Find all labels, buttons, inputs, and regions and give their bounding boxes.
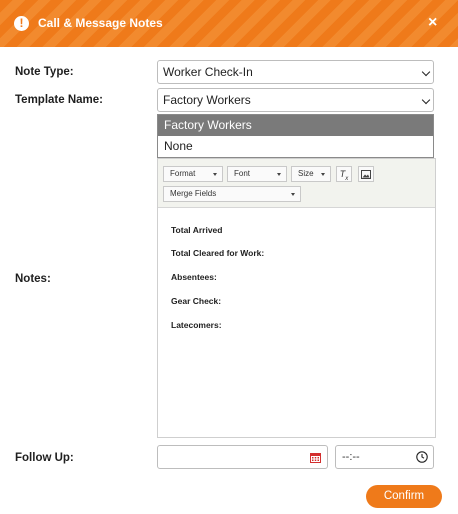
note-type-label: Note Type: — [15, 66, 74, 78]
font-label: Font — [234, 169, 251, 178]
note-line-absentees: Absentees: — [171, 272, 217, 282]
follow-up-date-input[interactable] — [157, 445, 328, 469]
follow-up-label: Follow Up: — [15, 452, 74, 464]
dialog-title: Call & Message Notes — [38, 16, 163, 30]
template-dropdown-list: Factory Workers None — [157, 114, 434, 158]
time-placeholder: --:-- — [342, 451, 360, 463]
follow-up-time-input[interactable]: --:-- — [335, 445, 434, 469]
dialog-header: ! Call & Message Notes × — [0, 0, 458, 47]
template-name-select[interactable]: Factory Workers — [157, 88, 434, 112]
font-dropdown[interactable]: Font — [227, 166, 287, 182]
merge-fields-label: Merge Fields — [170, 189, 217, 198]
image-icon[interactable] — [358, 166, 374, 182]
note-line-total-arrived: Total Arrived — [171, 225, 223, 235]
merge-fields-dropdown[interactable]: Merge Fields — [163, 186, 301, 202]
caret-down-icon — [291, 193, 295, 196]
note-line-latecomers: Latecomers: — [171, 320, 222, 330]
dropdown-option-factory-workers[interactable]: Factory Workers — [158, 115, 433, 136]
note-line-total-cleared: Total Cleared for Work: — [171, 248, 265, 258]
caret-down-icon — [321, 173, 325, 176]
template-name-label: Template Name: — [15, 94, 103, 106]
format-label: Format — [170, 169, 196, 178]
notes-editor[interactable]: Format Font Size Tx Merge Fields Total A… — [157, 158, 436, 438]
dropdown-option-none[interactable]: None — [158, 136, 433, 157]
chevron-down-icon — [421, 95, 431, 105]
caret-down-icon — [213, 173, 217, 176]
note-type-select[interactable]: Worker Check-In — [157, 60, 434, 84]
template-name-value: Factory Workers — [163, 93, 251, 107]
editor-toolbar: Format Font Size Tx Merge Fields — [158, 159, 435, 208]
format-dropdown[interactable]: Format — [163, 166, 223, 182]
remove-format-icon[interactable]: Tx — [336, 166, 352, 182]
chevron-down-icon — [421, 67, 431, 77]
note-line-gear-check: Gear Check: — [171, 296, 222, 306]
notes-label: Notes: — [15, 273, 51, 285]
size-dropdown[interactable]: Size — [291, 166, 331, 182]
clock-icon[interactable] — [416, 451, 428, 463]
alert-icon: ! — [14, 16, 29, 31]
close-icon[interactable]: × — [428, 14, 437, 32]
caret-down-icon — [277, 173, 281, 176]
confirm-button[interactable]: Confirm — [366, 485, 442, 508]
note-type-value: Worker Check-In — [163, 65, 253, 79]
size-label: Size — [298, 169, 314, 178]
calendar-icon[interactable] — [310, 452, 321, 463]
